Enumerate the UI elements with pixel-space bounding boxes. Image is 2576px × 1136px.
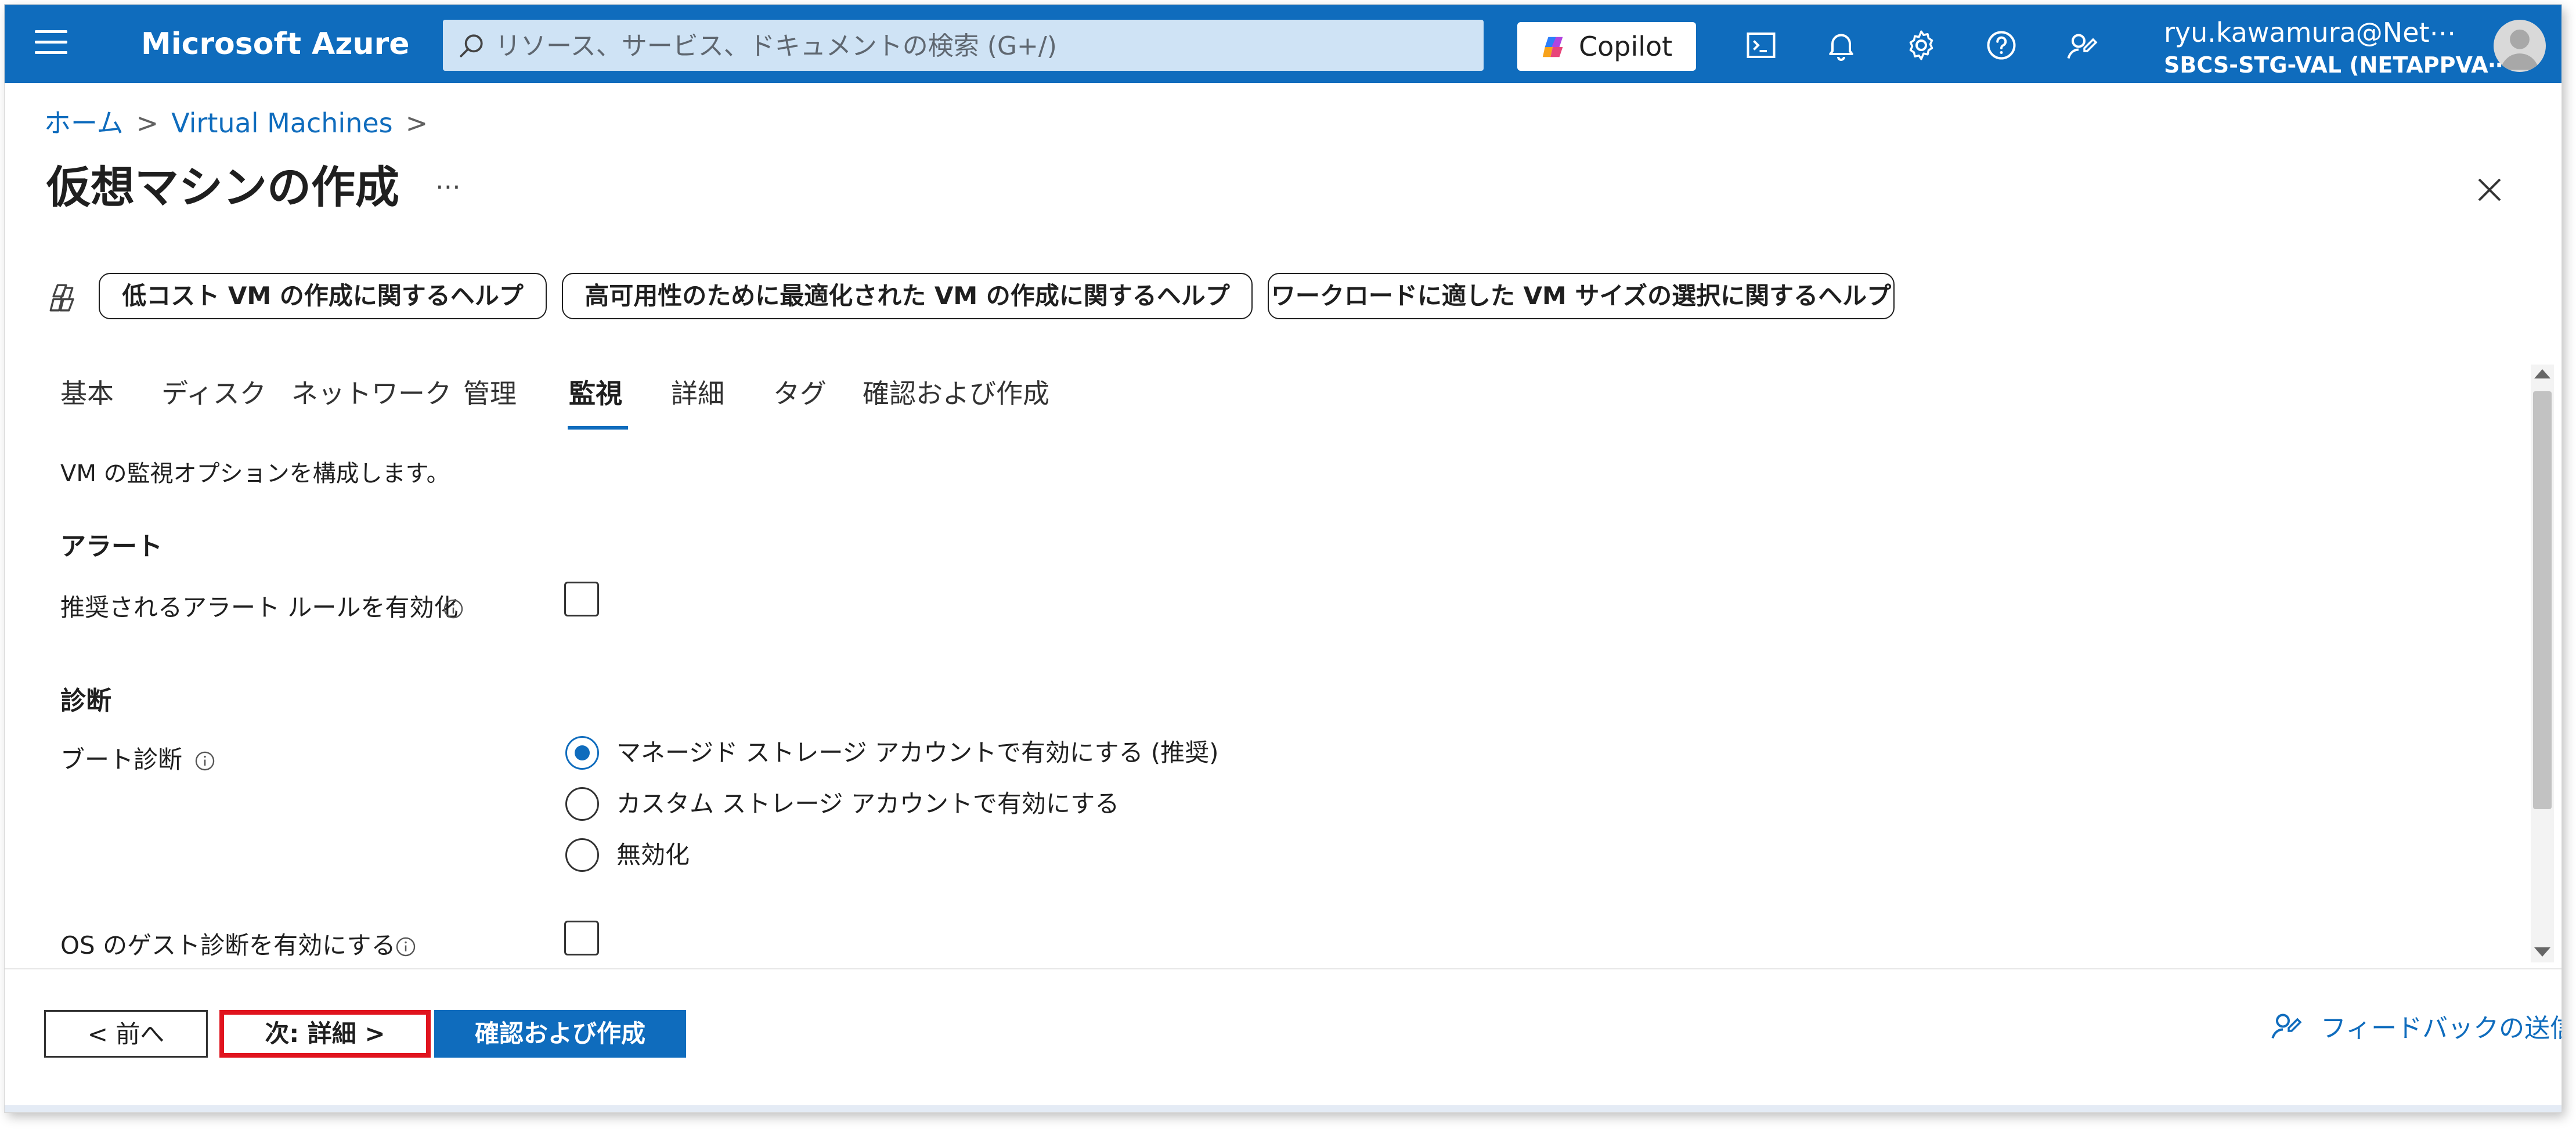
tab-management[interactable]: 管理 <box>463 376 517 411</box>
tab-review-create[interactable]: 確認および作成 <box>863 376 1049 411</box>
recommended-alert-rules-checkbox[interactable] <box>564 582 599 616</box>
tab-basics[interactable]: 基本 <box>60 376 114 411</box>
azure-portal-window: Microsoft Azure Copilot <box>5 5 2561 1112</box>
next-advanced-button[interactable]: 次: 詳細 > <box>219 1010 431 1058</box>
close-icon[interactable] <box>2474 174 2505 205</box>
info-icon[interactable] <box>442 598 464 620</box>
boot-diagnostics-option-managed[interactable]: マネージド ストレージ アカウントで有効にする (推奨) <box>616 737 1219 769</box>
copilot-button[interactable]: Copilot <box>1517 22 1696 71</box>
global-search[interactable] <box>443 20 1484 72</box>
account-user-name[interactable]: ryu.kawamura@Net⋯ <box>2164 16 2456 49</box>
diagnostics-section-heading: 診断 <box>60 686 111 716</box>
boot-diagnostics-radio-disabled[interactable] <box>565 838 599 872</box>
breadcrumb-home[interactable]: ホーム <box>44 107 124 139</box>
tab-networking[interactable]: ネットワーク <box>291 376 452 411</box>
copilot-help-icon <box>49 284 74 312</box>
search-input[interactable] <box>494 20 1471 72</box>
avatar-person-icon <box>2500 29 2539 70</box>
tab-disks[interactable]: ディスク <box>161 376 266 411</box>
copilot-icon <box>1542 37 1563 57</box>
feedback-person-icon[interactable] <box>2064 28 2099 63</box>
monitoring-description: VM の監視オプションを構成します。 <box>60 460 450 487</box>
page-title: 仮想マシンの作成 <box>46 161 399 213</box>
window-bottom-edge <box>5 1105 2561 1112</box>
boot-diagnostics-option-custom[interactable]: カスタム ストレージ アカウントで有効にする <box>616 788 1119 820</box>
boot-diagnostics-label: ブート診断 <box>60 745 183 774</box>
guest-os-diagnostics-checkbox[interactable] <box>564 921 599 955</box>
scroll-up-icon[interactable] <box>2534 369 2550 378</box>
tab-advanced[interactable]: 詳細 <box>671 376 724 411</box>
footer-divider <box>5 968 2561 969</box>
help-chip-low-cost-vm[interactable]: 低コスト VM の作成に関するヘルプ <box>99 273 547 319</box>
chevron-right-icon: > <box>405 107 428 139</box>
scroll-down-icon[interactable] <box>2534 947 2550 957</box>
recommended-alert-rules-label: 推奨されるアラート ルールを有効化 <box>60 593 459 622</box>
scrollbar-thumb[interactable] <box>2533 391 2552 809</box>
help-question-icon[interactable] <box>1984 28 2019 63</box>
brand-title[interactable]: Microsoft Azure <box>141 27 409 62</box>
top-bar: Microsoft Azure Copilot <box>5 5 2561 83</box>
send-feedback-link[interactable]: フィードバックの送信 <box>2321 1012 2561 1045</box>
tab-monitoring[interactable]: 監視 <box>569 376 622 411</box>
copilot-label: Copilot <box>1579 31 1673 62</box>
hamburger-menu-icon[interactable] <box>35 30 67 57</box>
breadcrumb-virtual-machines[interactable]: Virtual Machines <box>171 107 392 139</box>
search-icon <box>460 34 483 57</box>
tab-tags[interactable]: タグ <box>773 376 827 411</box>
review-create-button[interactable]: 確認および作成 <box>434 1010 686 1058</box>
chevron-right-icon: > <box>136 107 159 139</box>
alerts-section-heading: アラート <box>60 532 163 561</box>
info-icon[interactable] <box>194 750 216 772</box>
active-tab-indicator <box>568 426 628 430</box>
settings-gear-icon[interactable] <box>1904 28 1939 63</box>
account-tenant[interactable]: SBCS-STG-VAL (NETAPPVA⋯ <box>2164 52 2510 78</box>
boot-diagnostics-radio-managed[interactable] <box>565 736 599 770</box>
more-options-icon[interactable]: ⋯ <box>435 172 463 201</box>
boot-diagnostics-option-disabled[interactable]: 無効化 <box>616 839 690 871</box>
previous-button[interactable]: < 前へ <box>44 1010 208 1058</box>
info-icon[interactable] <box>395 936 417 958</box>
help-chip-high-availability-vm[interactable]: 高可用性のために最適化された VM の作成に関するヘルプ <box>562 273 1253 319</box>
notifications-bell-icon[interactable] <box>1824 28 1859 63</box>
guest-os-diagnostics-label: OS のゲスト診断を有効にする <box>60 931 396 960</box>
breadcrumb: ホーム > Virtual Machines > <box>44 107 441 139</box>
cloud-shell-icon[interactable] <box>1744 28 1778 63</box>
help-chip-vm-size-selection[interactable]: ワークロードに適した VM サイズの選択に関するヘルプ <box>1268 273 1895 319</box>
boot-diagnostics-radio-custom[interactable] <box>565 787 599 821</box>
avatar[interactable] <box>2494 20 2546 72</box>
feedback-person-icon[interactable] <box>2268 1008 2303 1043</box>
